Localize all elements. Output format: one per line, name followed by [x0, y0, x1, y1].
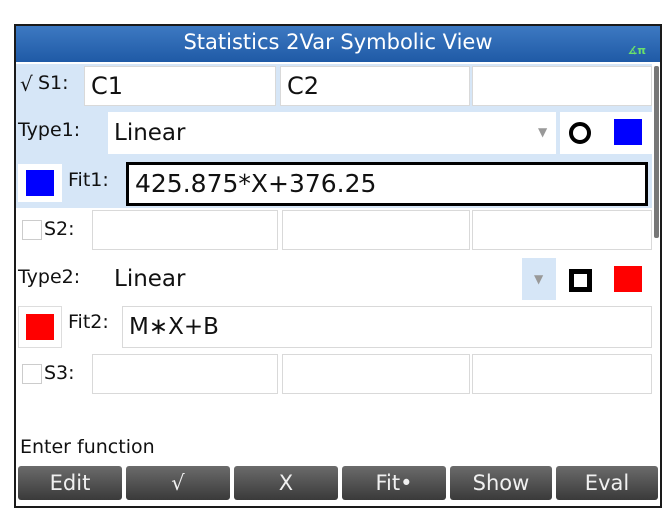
s2-independent-column[interactable]: [92, 210, 278, 250]
fit2-expression-input[interactable]: M∗X+B: [122, 306, 652, 348]
s1-checkmark-icon[interactable]: √: [20, 72, 33, 96]
type1-color-swatch[interactable]: [614, 119, 642, 145]
s2-extra-column[interactable]: [472, 210, 652, 250]
type2-label: Type2:: [18, 266, 81, 288]
view-title: Statistics 2Var Symbolic View: [183, 30, 493, 54]
x-button[interactable]: X: [234, 466, 338, 500]
type1-circle-marker-icon[interactable]: [569, 122, 591, 144]
s1-independent-column[interactable]: C1: [84, 66, 276, 106]
s1-extra-column[interactable]: [472, 66, 652, 106]
s3-dependent-column[interactable]: [282, 354, 470, 394]
fit2-label: Fit2:: [68, 311, 109, 333]
type1-select[interactable]: Linear: [108, 112, 556, 154]
s3-row: S3:: [16, 352, 652, 396]
calculator-screen: Statistics 2Var Symbolic View ∡π √ S1: C…: [14, 24, 662, 508]
fit2-color-swatch[interactable]: [26, 314, 54, 340]
type2-color-swatch[interactable]: [614, 266, 642, 292]
s2-label: S2:: [44, 218, 75, 240]
show-button[interactable]: Show: [450, 466, 552, 500]
scrollbar[interactable]: [654, 66, 659, 238]
type1-row: Type1: Linear ▼: [16, 108, 652, 158]
s1-dependent-column[interactable]: C2: [280, 66, 470, 106]
fit-button[interactable]: Fit•: [342, 466, 446, 500]
s2-row: S2:: [16, 208, 652, 252]
fit1-color-swatch[interactable]: [26, 170, 54, 196]
angle-mode-icon: ∡π: [627, 44, 646, 57]
fit2-row: Fit2: M∗X+B: [16, 302, 652, 350]
type1-label: Type1:: [18, 119, 81, 141]
fit1-expression-input[interactable]: 425.875*X+376.25: [126, 162, 648, 206]
title-bar: Statistics 2Var Symbolic View ∡π: [16, 26, 660, 62]
type2-dropdown-icon[interactable]: ▼: [534, 272, 543, 286]
fit1-label: Fit1:: [68, 169, 109, 191]
softkey-menu: Edit √ X Fit• Show Eval: [16, 462, 660, 506]
s3-label: S3:: [44, 362, 75, 384]
s3-checkbox[interactable]: [22, 364, 42, 384]
check-button[interactable]: √: [126, 466, 230, 500]
s3-extra-column[interactable]: [472, 354, 652, 394]
type2-square-marker-icon[interactable]: [569, 269, 592, 292]
s2-dependent-column[interactable]: [282, 210, 470, 250]
type2-row: Type2: Linear ▼: [16, 254, 652, 302]
s3-independent-column[interactable]: [92, 354, 278, 394]
s2-checkbox[interactable]: [22, 220, 42, 240]
status-prompt: Enter function: [20, 436, 155, 458]
type1-dropdown-icon[interactable]: ▼: [538, 125, 547, 139]
type2-select[interactable]: Linear: [108, 258, 522, 300]
s1-row: √ S1: C1 C2: [16, 64, 652, 108]
s1-label: S1:: [38, 72, 69, 94]
edit-button[interactable]: Edit: [18, 466, 122, 500]
fit1-row: Fit1: 425.875*X+376.25: [16, 158, 652, 208]
eval-button[interactable]: Eval: [556, 466, 658, 500]
